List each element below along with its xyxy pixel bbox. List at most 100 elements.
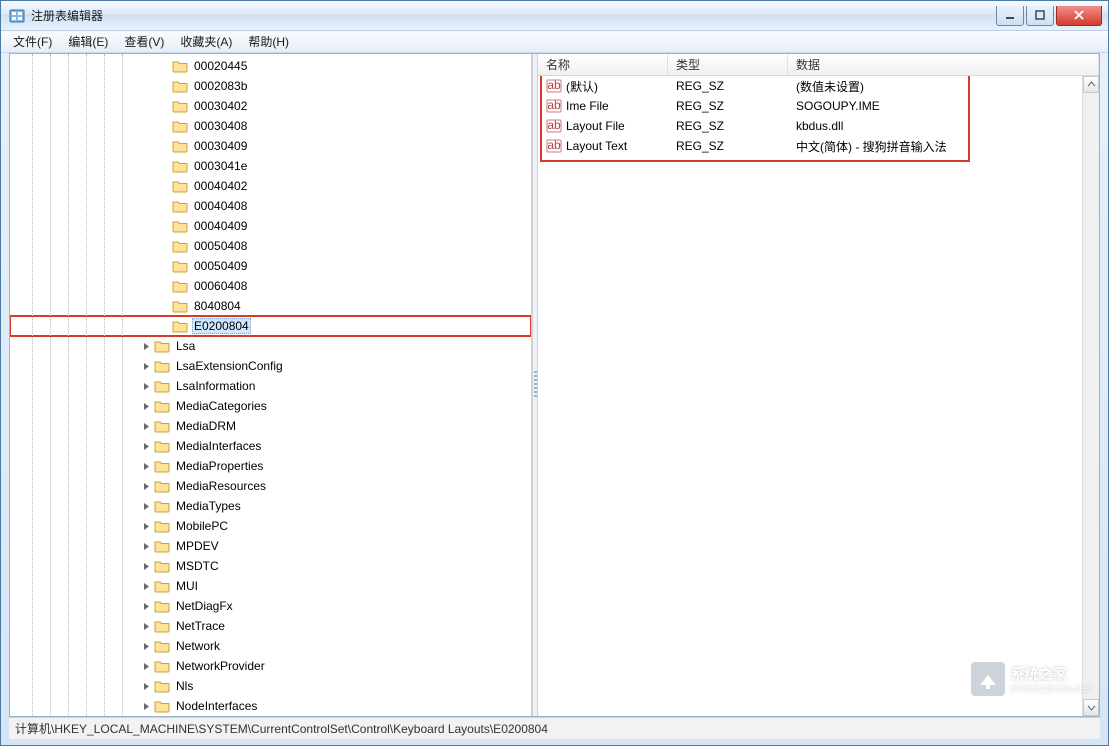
expander-icon[interactable] <box>140 440 152 452</box>
tree-item[interactable]: 00040409 <box>10 216 531 236</box>
scroll-up-button[interactable] <box>1083 76 1099 93</box>
expander-icon[interactable] <box>140 360 152 372</box>
tree-item[interactable]: Lsa <box>10 336 531 356</box>
values-pane[interactable]: 名称 类型 数据 ab(默认)REG_SZ(数值未设置)abIme FileRE… <box>538 54 1099 716</box>
tree-item[interactable]: MediaProperties <box>10 456 531 476</box>
folder-icon <box>172 139 188 153</box>
minimize-button[interactable] <box>996 6 1024 26</box>
maximize-button[interactable] <box>1026 6 1054 26</box>
scroll-down-button[interactable] <box>1083 699 1099 716</box>
tree-item[interactable]: 00030409 <box>10 136 531 156</box>
tree-item[interactable]: NodeInterfaces <box>10 696 531 716</box>
expander-icon[interactable] <box>140 640 152 652</box>
value-row[interactable]: ab(默认)REG_SZ(数值未设置) <box>538 76 1099 96</box>
expander-icon[interactable] <box>140 380 152 392</box>
tree-item-label: Network <box>174 638 222 654</box>
column-type[interactable]: 类型 <box>668 54 788 75</box>
tree-item[interactable]: LsaExtensionConfig <box>10 356 531 376</box>
value-row[interactable]: abLayout FileREG_SZkbdus.dll <box>538 116 1099 136</box>
value-name-cell: abIme File <box>538 98 668 114</box>
expander-icon[interactable] <box>140 520 152 532</box>
menu-view[interactable]: 查看(V) <box>118 31 170 52</box>
expander-icon[interactable] <box>140 600 152 612</box>
tree-item[interactable]: MediaDRM <box>10 416 531 436</box>
tree-item[interactable]: MediaTypes <box>10 496 531 516</box>
menu-file[interactable]: 文件(F) <box>7 31 58 52</box>
value-row[interactable]: abLayout TextREG_SZ中文(简体) - 搜狗拼音输入法 <box>538 136 1099 156</box>
folder-icon <box>154 539 170 553</box>
vertical-scrollbar[interactable] <box>1082 76 1099 716</box>
scroll-track[interactable] <box>1083 93 1099 699</box>
tree-item[interactable]: 0002083b <box>10 76 531 96</box>
tree-item-label: 00060408 <box>192 278 249 294</box>
folder-icon <box>154 439 170 453</box>
string-value-icon: ab <box>546 78 562 94</box>
column-data[interactable]: 数据 <box>788 54 1099 75</box>
tree-item[interactable]: MediaInterfaces <box>10 436 531 456</box>
value-name-cell: abLayout File <box>538 118 668 134</box>
menu-edit[interactable]: 编辑(E) <box>62 31 114 52</box>
tree-item[interactable]: 00020445 <box>10 56 531 76</box>
values-list[interactable]: ab(默认)REG_SZ(数值未设置)abIme FileREG_SZSOGOU… <box>538 76 1099 716</box>
tree-item[interactable]: 0003041e <box>10 156 531 176</box>
expander-icon[interactable] <box>140 480 152 492</box>
folder-icon <box>172 259 188 273</box>
tree-item[interactable]: MobilePC <box>10 516 531 536</box>
tree-item[interactable]: MPDEV <box>10 536 531 556</box>
tree-item[interactable]: 00060408 <box>10 276 531 296</box>
tree-pane[interactable]: 000204450002083b00030402 00030408 00030409… <box>10 54 532 716</box>
expander-icon[interactable] <box>140 400 152 412</box>
statusbar-path: 计算机\HKEY_LOCAL_MACHINE\SYSTEM\CurrentCon… <box>15 720 548 737</box>
tree-item[interactable]: MediaCategories <box>10 396 531 416</box>
menu-help[interactable]: 帮助(H) <box>242 31 295 52</box>
expander-icon[interactable] <box>140 680 152 692</box>
folder-icon <box>172 319 188 333</box>
expander-icon[interactable] <box>140 620 152 632</box>
titlebar[interactable]: 注册表编辑器 <box>1 1 1108 31</box>
tree-item[interactable]: 00050408 <box>10 236 531 256</box>
folder-icon <box>154 339 170 353</box>
registry-tree[interactable]: 000204450002083b00030402 00030408 00030409… <box>10 54 531 716</box>
tree-item[interactable]: NetworkProvider <box>10 656 531 676</box>
tree-item[interactable]: 00030402 <box>10 96 531 116</box>
tree-item[interactable]: MUI <box>10 576 531 596</box>
tree-guide-line <box>86 54 87 716</box>
expander-icon[interactable] <box>140 560 152 572</box>
expander-icon[interactable] <box>140 580 152 592</box>
window-title: 注册表编辑器 <box>31 7 994 24</box>
tree-item[interactable]: 00030408 <box>10 116 531 136</box>
tree-item-label: NodeInterfaces <box>174 698 259 714</box>
tree-item[interactable]: 8040804 <box>10 296 531 316</box>
column-name[interactable]: 名称 <box>538 54 668 75</box>
tree-item[interactable]: NetTrace <box>10 616 531 636</box>
tree-item[interactable]: LsaInformation <box>10 376 531 396</box>
value-row[interactable]: abIme FileREG_SZSOGOUPY.IME <box>538 96 1099 116</box>
expander-icon[interactable] <box>140 460 152 472</box>
tree-guide-line <box>104 54 105 716</box>
folder-icon <box>154 479 170 493</box>
tree-item[interactable]: Network <box>10 636 531 656</box>
tree-item[interactable]: 00040408 <box>10 196 531 216</box>
expander-icon[interactable] <box>140 540 152 552</box>
tree-item[interactable]: 00040402 <box>10 176 531 196</box>
value-type-cell: REG_SZ <box>668 119 788 133</box>
expander-icon[interactable] <box>140 660 152 672</box>
expander-icon[interactable] <box>140 340 152 352</box>
folder-icon <box>154 639 170 653</box>
tree-item[interactable]: MediaResources <box>10 476 531 496</box>
expander-icon[interactable] <box>140 420 152 432</box>
svg-text:ab: ab <box>547 118 561 132</box>
tree-item[interactable]: MSDTC <box>10 556 531 576</box>
expander-icon[interactable] <box>140 700 152 712</box>
tree-item-label: 00030408 <box>192 118 249 134</box>
tree-item[interactable]: E0200804 <box>10 316 531 336</box>
tree-item[interactable]: 00050409 <box>10 256 531 276</box>
tree-item[interactable]: Nls <box>10 676 531 696</box>
menu-favorites[interactable]: 收藏夹(A) <box>174 31 238 52</box>
tree-item[interactable]: NetDiagFx <box>10 596 531 616</box>
expander-icon[interactable] <box>140 500 152 512</box>
tree-item-label: NetTrace <box>174 618 227 634</box>
close-button[interactable] <box>1056 6 1102 26</box>
value-name: (默认) <box>566 78 598 95</box>
tree-item-label: MUI <box>174 578 200 594</box>
